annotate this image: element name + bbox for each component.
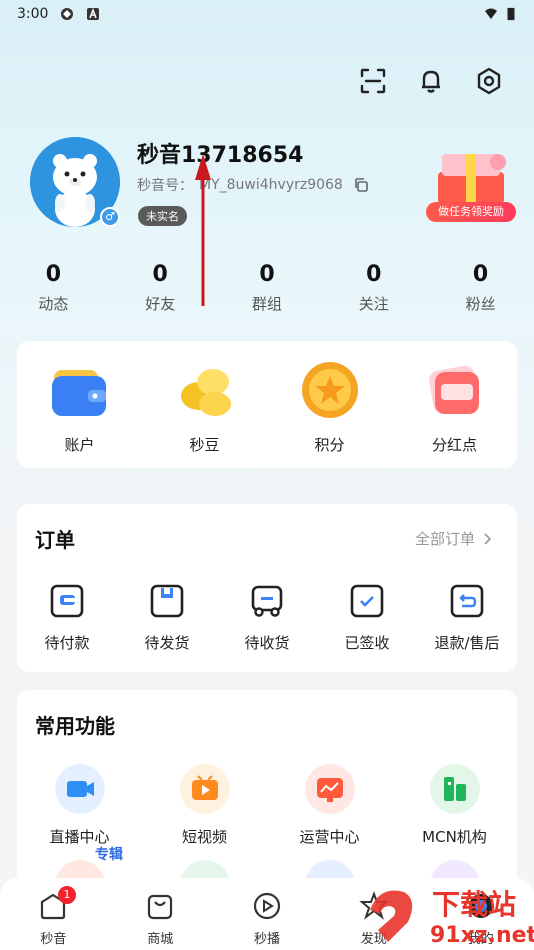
battery-icon [507,7,515,21]
orders-title: 订单 [35,528,75,552]
operation-center-icon [304,764,355,814]
tab-label: 秒音 [40,932,67,947]
tab-label: 商城 [147,932,174,947]
refund-icon [450,584,484,618]
uid-row: 秒音号： MY_8uwi4hvyrz9068 [137,175,369,195]
uid-label: 秒音号： [137,178,193,194]
wallet-icon [51,370,106,416]
bell-icon[interactable] [416,66,446,96]
assets-card: 账户 秒豆 积分 分红点 [17,341,517,468]
stat-value: 0 [259,262,275,287]
stat-label: 粉丝 [465,295,496,313]
gift-box-icon [438,154,506,204]
order-label: 已签收 [344,634,390,652]
album-tag: 专辑 [95,847,123,863]
all-orders-link[interactable]: 全部订单 [415,528,491,549]
watermark-line1: 下载站 [432,888,516,921]
task-reward-entry[interactable]: 做任务领奖励 [426,148,516,228]
stat-value: 0 [366,262,382,287]
uid-value: MY_8uwi4hvyrz9068 [199,177,343,193]
play-tab-icon [253,892,281,920]
order-refund[interactable]: 退款/售后 [422,584,512,653]
settings-icon[interactable] [474,66,504,96]
order-label: 退款/售后 [434,634,500,652]
functions-title: 常用功能 [35,714,115,738]
pending-receive-icon [251,585,283,617]
pending-ship-icon [150,584,184,618]
stat-label: 动态 [38,295,69,313]
site-watermark-logo: 下载站 91xz.net [370,888,534,948]
sync-icon [61,8,73,20]
stat-label: 关注 [358,295,389,313]
order-pending-ship[interactable]: 待发货 [122,584,212,653]
pending-payment-icon [50,584,84,618]
func-mcn[interactable]: MCN机构 [400,764,510,847]
order-label: 待付款 [44,634,90,652]
scan-icon[interactable] [358,66,388,96]
top-action-icons [358,66,504,96]
male-gender-icon: ♂ [100,207,120,227]
reward-label: 做任务领奖励 [426,202,516,222]
asset-label: 秒豆 [189,436,220,454]
order-status-row: 待付款 待发货 待收货 已签收 退款/售后 [17,584,517,653]
asset-dividend[interactable]: 分红点 [405,358,505,455]
realname-badge[interactable]: 未实名 [138,206,187,226]
order-pending-payment[interactable]: 待付款 [22,584,112,653]
stat-following[interactable]: 0 关注 [320,262,427,314]
func-short-video[interactable]: 短视频 [150,764,260,847]
beans-icon [180,369,231,416]
orders-card: 订单 全部订单 待付款 待发货 待收货 已签收 退款/售后 [17,504,517,672]
red-arrow-annotation [195,154,211,306]
notification-a-icon [87,7,99,20]
short-video-icon [179,764,230,814]
order-pending-receive[interactable]: 待收货 [222,584,312,653]
asset-label: 积分 [314,436,345,454]
stat-groups[interactable]: 0 群组 [214,262,321,314]
tab-miaobo[interactable]: 秒播 [214,878,321,950]
status-time: 3:00 [17,6,49,22]
mcn-icon [429,764,480,814]
username: 秒音13718654 [137,143,304,168]
func-label: 短视频 [181,828,227,846]
signed-icon [350,584,384,618]
order-label: 待发货 [144,634,190,652]
functions-row: 直播中心 短视频 运营中心 MCN机构 [17,764,517,847]
func-live-center[interactable]: 直播中心 [25,764,135,847]
stat-label: 群组 [251,295,282,313]
func-label: 运营中心 [299,828,360,846]
func-label: MCN机构 [422,828,487,846]
stat-fans[interactable]: 0 粉丝 [427,262,534,314]
order-label: 待收货 [244,634,290,652]
tab-miaoyin[interactable]: 1 秒音 [0,878,107,950]
stats-row: 0 动态 0 好友 0 群组 0 关注 0 粉丝 [0,262,534,314]
func-operation-center[interactable]: 运营中心 [275,764,385,847]
asset-beans[interactable]: 秒豆 [155,358,255,455]
all-orders-label: 全部订单 [414,530,475,548]
stat-posts[interactable]: 0 动态 [0,262,107,314]
watermark-line2: 91xz.net [430,923,534,948]
status-bar: 3:00 [0,0,534,30]
notification-badge: 1 [58,886,76,904]
tab-mall[interactable]: 商城 [107,878,214,950]
tab-label: 秒播 [253,932,280,947]
stat-value: 0 [472,262,489,287]
star-coin-icon [301,362,358,418]
asset-label: 分红点 [431,436,477,454]
dividend-icon [428,365,479,415]
stat-value: 0 [45,262,62,287]
order-signed[interactable]: 已签收 [322,584,412,653]
copy-icon[interactable] [353,177,369,193]
mall-tab-icon [148,894,173,920]
asset-label: 账户 [64,436,95,454]
asset-account[interactable]: 账户 [30,358,130,455]
live-center-icon [54,764,105,814]
wifi-icon [485,8,497,19]
asset-points[interactable]: 积分 [280,358,380,455]
chevron-right-icon [484,532,491,545]
